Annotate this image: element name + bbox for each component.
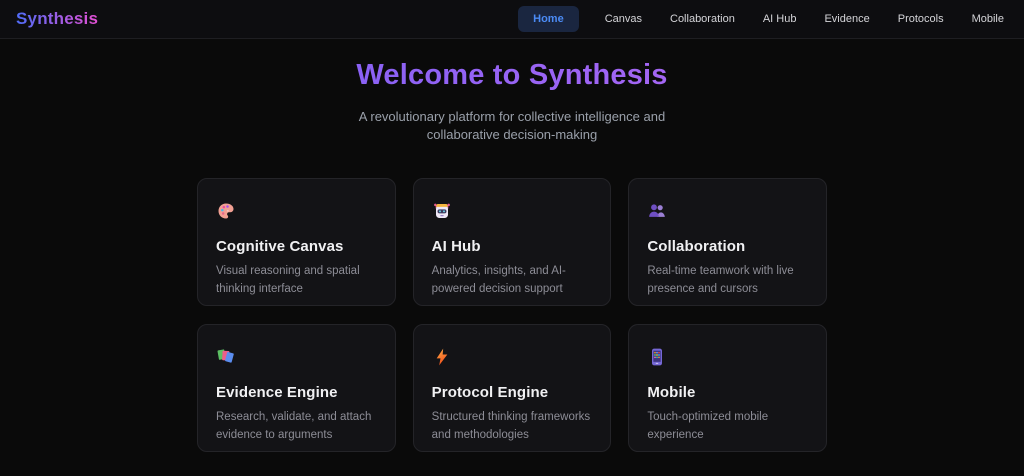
card-description: Touch-optimized mobile experience: [647, 411, 769, 442]
page-title: Welcome to Synthesis: [0, 59, 1024, 92]
card-title: Cognitive Canvas: [216, 238, 344, 256]
card-protocol-engine[interactable]: Protocol Engine Structured thinking fram…: [412, 324, 612, 453]
nav-item-protocols[interactable]: Protocols: [896, 7, 946, 31]
card-description: Real-time teamwork with live presence an…: [647, 265, 794, 296]
card-title: AI Hub: [431, 238, 481, 256]
hero-section: Welcome to Synthesis A revolutionary pla…: [0, 39, 1024, 144]
main-nav: Home Canvas Collaboration AI Hub Evidenc…: [518, 6, 1006, 32]
palette-icon: [216, 201, 236, 221]
hero-subtitle: A revolutionary platform for collective …: [358, 109, 666, 143]
card-title: Evidence Engine: [216, 384, 338, 402]
people-icon: [647, 201, 667, 221]
card-mobile[interactable]: Mobile Touch-optimized mobile experience: [628, 324, 827, 453]
header: Synthesis Home Canvas Collaboration AI H…: [0, 0, 1024, 39]
card-description: Visual reasoning and spatial thinking in…: [216, 265, 360, 296]
books-icon: [216, 347, 236, 367]
card-evidence-engine[interactable]: Evidence Engine Research, validate, and …: [197, 324, 396, 453]
nav-item-ai-hub[interactable]: AI Hub: [761, 7, 799, 31]
card-description: Research, validate, and attach evidence …: [216, 411, 372, 442]
card-ai-hub[interactable]: AI Hub Analytics, insights, and AI-power…: [412, 178, 612, 307]
bolt-icon: [432, 347, 452, 367]
card-cognitive-canvas[interactable]: Cognitive Canvas Visual reasoning and sp…: [197, 178, 396, 307]
card-title: Mobile: [647, 384, 696, 402]
card-description: Structured thinking frameworks and metho…: [431, 411, 591, 442]
nav-item-mobile[interactable]: Mobile: [970, 7, 1006, 31]
card-title: Collaboration: [647, 238, 746, 256]
feature-card-grid: Cognitive Canvas Visual reasoning and sp…: [197, 178, 827, 453]
robot-icon: [432, 201, 452, 221]
brand-logo[interactable]: Synthesis: [16, 9, 98, 29]
nav-item-canvas[interactable]: Canvas: [603, 7, 644, 31]
nav-item-home[interactable]: Home: [518, 6, 579, 32]
card-title: Protocol Engine: [431, 384, 549, 402]
card-description: Analytics, insights, and AI-powered deci…: [431, 265, 566, 296]
card-collaboration[interactable]: Collaboration Real-time teamwork with li…: [628, 178, 827, 307]
nav-item-collaboration[interactable]: Collaboration: [668, 7, 737, 31]
nav-item-evidence[interactable]: Evidence: [822, 7, 871, 31]
phone-icon: [647, 347, 667, 367]
